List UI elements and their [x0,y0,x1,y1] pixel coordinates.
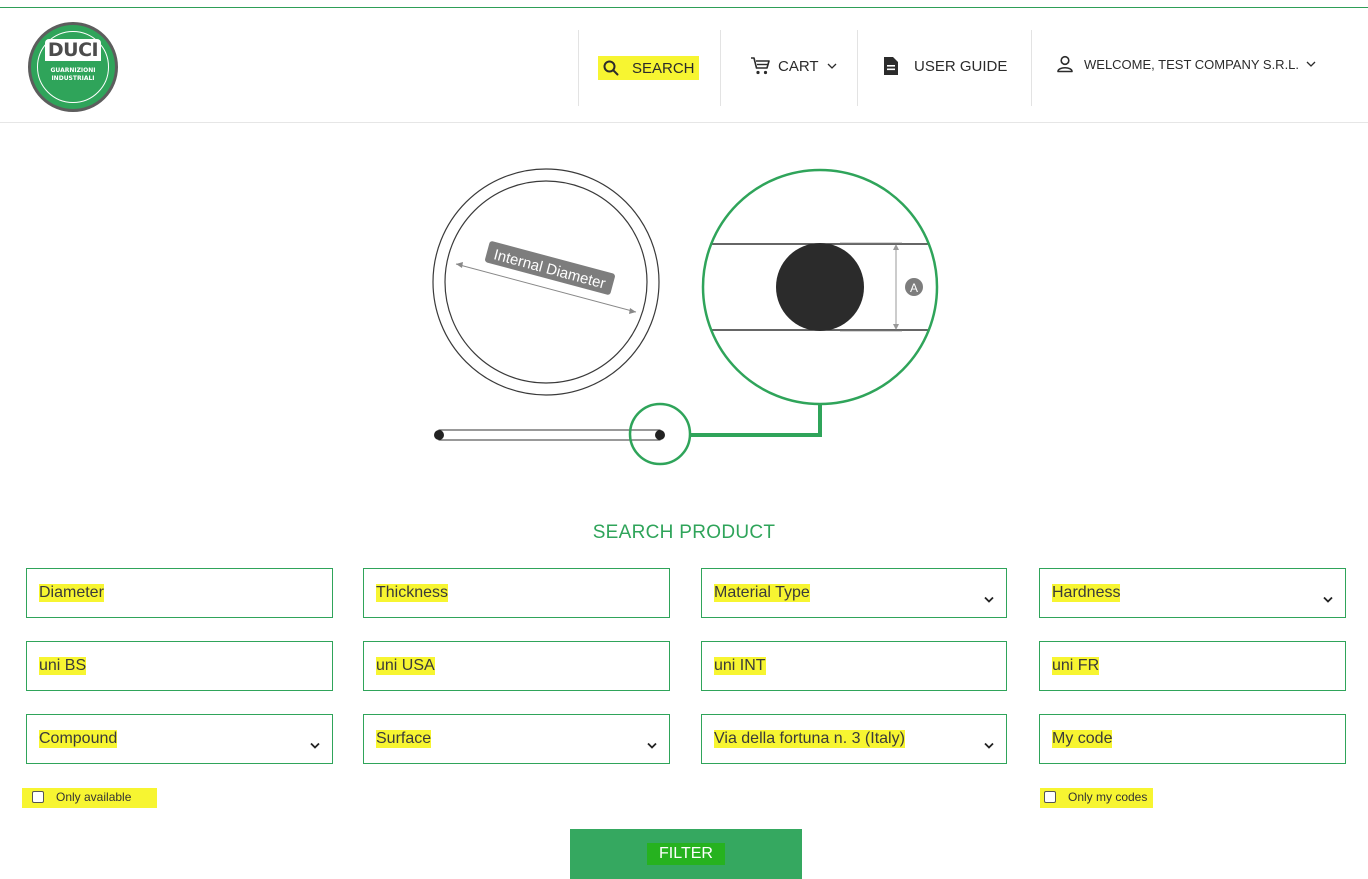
uni-bs-input[interactable]: uni BS [26,641,333,691]
nav-divider [857,30,858,106]
chevron-down-icon [984,734,994,753]
location-value: Via della fortuna n. 3 (Italy) [714,730,905,748]
hardness-value: Hardness [1052,584,1121,602]
nav-cart[interactable]: CART [750,54,837,78]
chevron-down-icon [647,734,657,753]
chevron-down-icon [1323,588,1333,607]
user-icon [1056,55,1074,73]
filter-button-label: FILTER [647,843,725,865]
nav-divider [578,30,579,106]
surface-select[interactable]: Surface [363,714,670,764]
nav-divider [1031,30,1032,106]
chevron-down-icon [310,734,320,753]
only-available-label: Only available [56,790,132,804]
site-header: DUCI GUARNIZIONI INDUSTRIALI SEARCH CART… [0,8,1368,123]
duci-logo[interactable]: DUCI GUARNIZIONI INDUSTRIALI [28,22,118,112]
nav-search[interactable]: SEARCH [598,56,699,80]
hardness-select[interactable]: Hardness [1039,568,1346,618]
uni-usa-input[interactable]: uni USA [363,641,670,691]
uni-fr-input[interactable]: uni FR [1039,641,1346,691]
my-code-input[interactable]: My code [1039,714,1346,764]
uni-bs-placeholder: uni BS [39,657,87,675]
my-code-placeholder: My code [1052,730,1113,748]
cart-icon [750,56,772,76]
internal-diameter-label: Internal Diameter [492,246,608,292]
nav-search-label: SEARCH [632,59,695,77]
material-type-select[interactable]: Material Type [701,568,1007,618]
logo-wordmark: DUCI [45,39,101,61]
compound-value: Compound [39,730,118,748]
internal-diameter-tag: Internal Diameter [485,241,615,295]
nav-divider [720,30,721,106]
chevron-down-icon [984,588,994,607]
nav-user-guide[interactable]: USER GUIDE [884,54,1007,78]
diameter-placeholder: Diameter [39,584,104,602]
o-ring-front-view: Internal Diameter [432,168,660,396]
thickness-marker: A [910,281,918,295]
nav-user-guide-label: USER GUIDE [914,57,1008,75]
only-my-codes-label: Only my codes [1068,790,1148,804]
compound-select[interactable]: Compound [26,714,333,764]
nav-cart-label: CART [778,57,819,75]
uni-fr-placeholder: uni FR [1052,657,1100,675]
surface-value: Surface [376,730,432,748]
filter-button[interactable]: FILTER [570,829,802,879]
location-select[interactable]: Via della fortuna n. 3 (Italy) [701,714,1007,764]
cross-section-zoom: A [701,168,939,406]
o-ring-side-view [434,402,822,466]
search-icon [602,59,620,77]
diameter-input[interactable]: Diameter [26,568,333,618]
chevron-down-icon [827,63,837,69]
logo-subtitle-1: GUARNIZIONI [50,67,96,74]
logo-subtitle-2: INDUSTRIALI [51,75,95,82]
material-type-value: Material Type [714,584,810,602]
checkbox-box[interactable] [1044,791,1056,803]
nav-account-label: WELCOME, TEST COMPANY S.R.L. [1084,56,1300,72]
uni-usa-placeholder: uni USA [376,657,435,675]
document-icon [884,57,898,75]
uni-int-input[interactable]: uni INT [701,641,1007,691]
only-available-checkbox[interactable]: Only available [22,788,158,808]
only-my-codes-checkbox[interactable]: Only my codes [1040,788,1154,808]
thickness-placeholder: Thickness [376,584,449,602]
thickness-input[interactable]: Thickness [363,568,670,618]
search-product-title: SEARCH PRODUCT [592,522,776,543]
chevron-down-icon [1306,61,1316,67]
uni-int-placeholder: uni INT [714,657,766,675]
nav-account[interactable]: WELCOME, TEST COMPANY S.R.L. [1056,52,1316,76]
checkbox-box[interactable] [32,791,44,803]
